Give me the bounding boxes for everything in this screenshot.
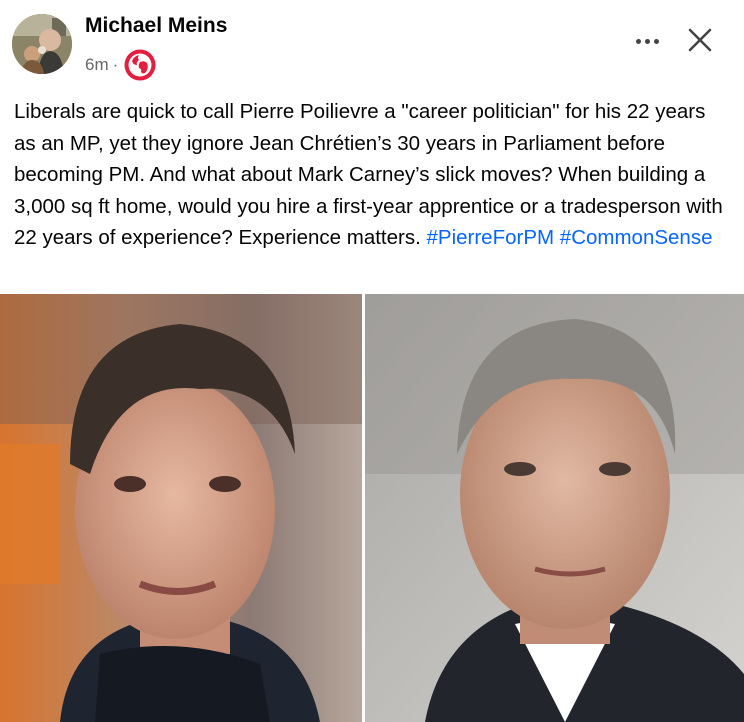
globe-icon[interactable] (123, 48, 157, 82)
hashtag-link[interactable]: #CommonSense (560, 226, 713, 249)
author-name[interactable]: Michael Meins (85, 14, 227, 38)
post-photos (0, 294, 744, 722)
close-button[interactable] (682, 22, 718, 58)
more-options-button[interactable] (628, 26, 666, 56)
post-header: Michael Meins 6m · (0, 0, 744, 90)
post-text: Liberals are quick to call Pierre Poilie… (14, 96, 730, 254)
avatar[interactable] (12, 14, 72, 74)
photo-pierre-poilievre[interactable] (0, 294, 362, 722)
post-meta: 6m · (85, 48, 157, 82)
close-icon (688, 28, 712, 52)
photo-mark-carney[interactable] (365, 294, 744, 722)
hashtag-link[interactable]: #PierreForPM (427, 226, 555, 249)
timestamp[interactable]: 6m (85, 55, 109, 75)
more-options-icon (635, 38, 641, 44)
meta-separator: · (112, 55, 119, 74)
